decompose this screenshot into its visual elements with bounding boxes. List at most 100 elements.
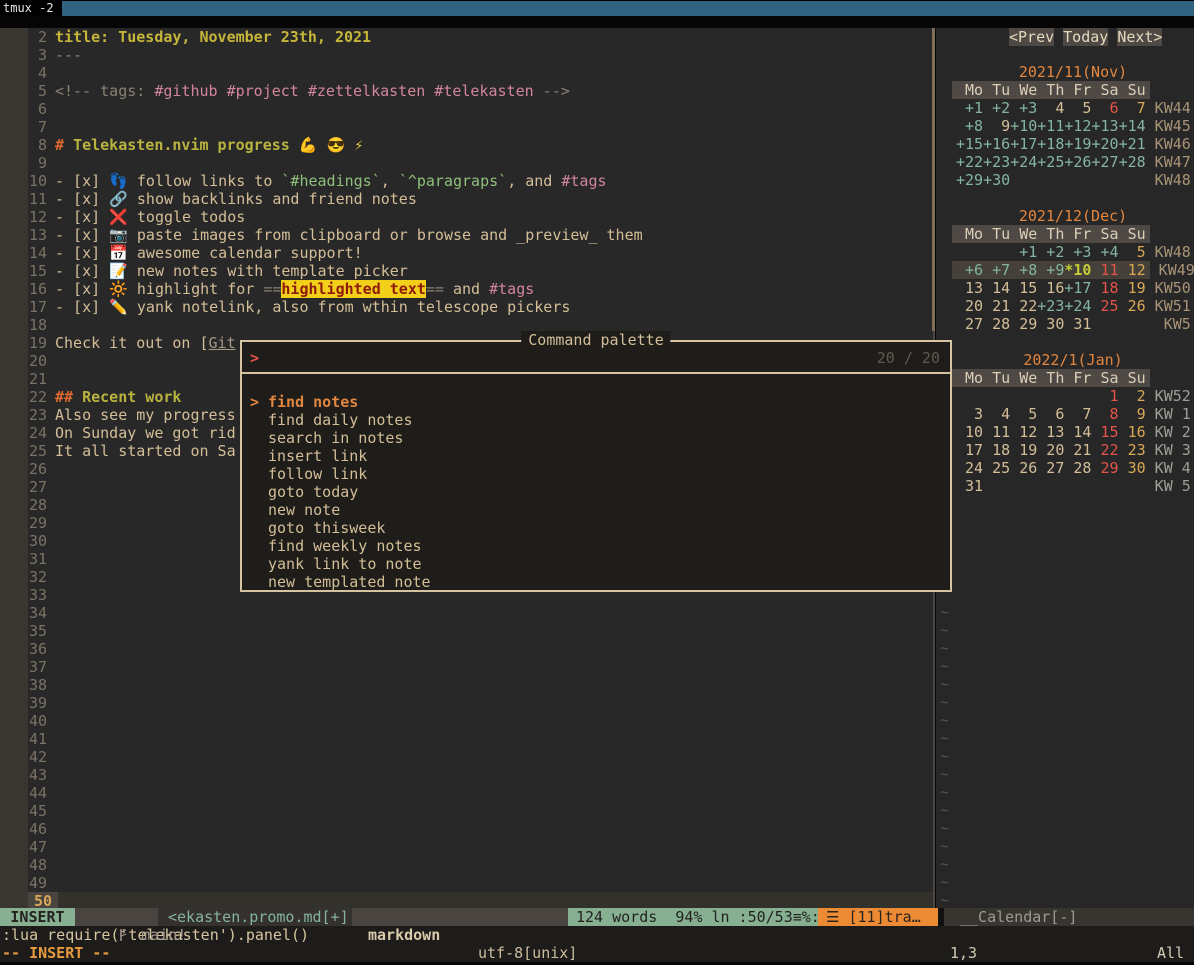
- calendar-day[interactable]: +19: [1064, 135, 1091, 153]
- calendar-day[interactable]: *10: [1064, 261, 1091, 279]
- calendar-day[interactable]: 31: [956, 477, 983, 495]
- editor-line[interactable]: 4: [28, 64, 933, 82]
- editor-line[interactable]: 37: [28, 658, 933, 676]
- calendar-week-row[interactable]: 27 28 29 30 31 KW5: [956, 315, 1191, 333]
- calendar-day[interactable]: 29: [1091, 459, 1118, 477]
- calendar-day[interactable]: +24: [1064, 297, 1091, 315]
- calendar-day[interactable]: 14: [983, 279, 1010, 297]
- calendar-day[interactable]: 27: [956, 315, 983, 333]
- editor-line[interactable]: 49: [28, 874, 933, 892]
- calendar-day[interactable]: 26: [1010, 459, 1037, 477]
- calendar-day[interactable]: 4: [1037, 99, 1064, 117]
- calendar-week-row[interactable]: 3 4 5 6 7 8 9 KW 1: [956, 405, 1191, 423]
- editor-line[interactable]: 11- [x] 🔗 show backlinks and friend note…: [28, 190, 933, 208]
- calendar-day[interactable]: 23: [1119, 441, 1146, 459]
- calendar-day[interactable]: +15: [956, 135, 983, 153]
- calendar-week-row[interactable]: +15+16+17+18+19+20+21 KW46: [956, 135, 1191, 153]
- calendar-day[interactable]: 9: [1119, 405, 1146, 423]
- calendar-day[interactable]: 19: [1119, 279, 1146, 297]
- editor-line[interactable]: 39: [28, 694, 933, 712]
- palette-item[interactable]: yank link to note: [268, 555, 422, 573]
- calendar-day[interactable]: [1037, 387, 1064, 405]
- palette-item[interactable]: new templated note: [268, 573, 431, 591]
- calendar-day[interactable]: +20: [1091, 135, 1118, 153]
- calendar-day[interactable]: 20: [1037, 441, 1064, 459]
- calendar-day[interactable]: [1064, 477, 1091, 495]
- calendar-day[interactable]: +2: [983, 99, 1010, 117]
- calendar-day[interactable]: +3: [1064, 243, 1091, 261]
- editor-line[interactable]: 38: [28, 676, 933, 694]
- command-palette[interactable]: Command palette > 20 / 20 >find notesfin…: [240, 340, 952, 592]
- calendar-day[interactable]: 19: [1010, 441, 1037, 459]
- calendar-week-row[interactable]: 1 2 KW52: [956, 387, 1191, 405]
- calendar-days[interactable]: +29+30: [956, 171, 1146, 189]
- editor-line[interactable]: 12- [x] ❌ toggle todos: [28, 208, 933, 226]
- calendar-days[interactable]: +1 +2 +3 4 5 6 7: [956, 99, 1146, 117]
- calendar-day[interactable]: +4: [1091, 243, 1118, 261]
- calendar-week-row[interactable]: 31 KW 5: [956, 477, 1191, 495]
- calendar-day[interactable]: +14: [1119, 117, 1146, 135]
- editor-line[interactable]: 42: [28, 748, 933, 766]
- editor-line[interactable]: 8# Telekasten.nvim progress 💪 😎 ⚡: [28, 136, 933, 154]
- calendar-days[interactable]: +1 +2 +3 +4 5: [956, 243, 1146, 261]
- calendar-day[interactable]: [1119, 171, 1146, 189]
- calendar-day[interactable]: 31: [1064, 315, 1091, 333]
- palette-item[interactable]: find daily notes: [268, 411, 413, 429]
- calendar-day[interactable]: +6: [956, 261, 983, 279]
- calendar-day[interactable]: [1119, 315, 1146, 333]
- palette-item[interactable]: find weekly notes: [268, 537, 422, 555]
- calendar-day[interactable]: +1: [956, 99, 983, 117]
- calendar-day[interactable]: [1010, 477, 1037, 495]
- calendar-day[interactable]: [956, 243, 983, 261]
- calendar-days[interactable]: 1 2: [956, 387, 1146, 405]
- calendar-day[interactable]: 22: [1091, 441, 1118, 459]
- editor-line[interactable]: 6: [28, 100, 933, 118]
- calendar-week-row[interactable]: +29+30 KW48: [956, 171, 1191, 189]
- palette-item[interactable]: follow link: [268, 465, 367, 483]
- calendar-day[interactable]: 9: [983, 117, 1010, 135]
- calendar-day[interactable]: [1010, 387, 1037, 405]
- editor-line[interactable]: 44: [28, 784, 933, 802]
- calendar-day[interactable]: 27: [1037, 459, 1064, 477]
- calendar-day[interactable]: 22: [1010, 297, 1037, 315]
- palette-item[interactable]: insert link: [268, 447, 367, 465]
- calendar-week-row[interactable]: 10 11 12 13 14 15 16 KW 2: [956, 423, 1191, 441]
- calendar-day[interactable]: 10: [956, 423, 983, 441]
- editor-line[interactable]: 34: [28, 604, 933, 622]
- calendar-day[interactable]: 2: [1119, 387, 1146, 405]
- editor-line[interactable]: 36: [28, 640, 933, 658]
- calendar-day[interactable]: 21: [1064, 441, 1091, 459]
- calendar-days[interactable]: 20 21 22+23+24 25 26: [956, 297, 1146, 315]
- calendar-today-button[interactable]: Today: [1063, 28, 1108, 46]
- calendar-days[interactable]: 10 11 12 13 14 15 16: [956, 423, 1146, 441]
- calendar-day[interactable]: +27: [1091, 153, 1118, 171]
- editor-line[interactable]: 14- [x] 📅 awesome calendar support!: [28, 244, 933, 262]
- calendar-days[interactable]: 31: [956, 477, 1146, 495]
- calendar-week-row[interactable]: +1 +2 +3 +4 5 KW48: [956, 243, 1191, 261]
- calendar-days[interactable]: 17 18 19 20 21 22 23: [956, 441, 1146, 459]
- editor-line[interactable]: 35: [28, 622, 933, 640]
- calendar-day[interactable]: +26: [1064, 153, 1091, 171]
- calendar-day[interactable]: [983, 387, 1010, 405]
- calendar-day[interactable]: +25: [1037, 153, 1064, 171]
- calendar-day[interactable]: [1119, 477, 1146, 495]
- calendar-day[interactable]: 30: [1119, 459, 1146, 477]
- calendar-day[interactable]: 28: [983, 315, 1010, 333]
- calendar-day[interactable]: [1091, 315, 1118, 333]
- calendar-day[interactable]: 15: [1091, 423, 1118, 441]
- editor-line[interactable]: 48: [28, 856, 933, 874]
- calendar-day[interactable]: [1037, 477, 1064, 495]
- editor-line[interactable]: 46: [28, 820, 933, 838]
- calendar-week-row[interactable]: +8 9+10+11+12+13+14 KW45: [956, 117, 1191, 135]
- calendar-day[interactable]: 16: [1037, 279, 1064, 297]
- calendar-day[interactable]: +28: [1119, 153, 1146, 171]
- calendar-day[interactable]: 20: [956, 297, 983, 315]
- calendar-day[interactable]: +11: [1037, 117, 1064, 135]
- calendar-day[interactable]: +17: [1010, 135, 1037, 153]
- calendar-day[interactable]: 3: [956, 405, 983, 423]
- calendar-day[interactable]: 28: [1064, 459, 1091, 477]
- calendar-days[interactable]: 3 4 5 6 7 8 9: [956, 405, 1146, 423]
- calendar-day[interactable]: 14: [1064, 423, 1091, 441]
- palette-item[interactable]: >find notes: [268, 393, 358, 411]
- calendar-days[interactable]: +6 +7 +8 +9*10 11 12: [952, 261, 1150, 279]
